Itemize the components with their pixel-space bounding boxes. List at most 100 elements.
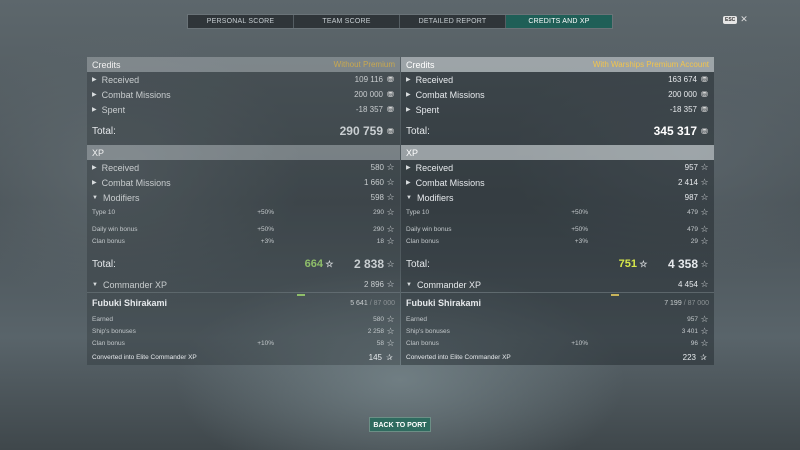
modifier-label: Clan bonus [406, 339, 439, 347]
row-label: Combat Missions [415, 89, 485, 100]
commander-ships-bonuses: Ship's bonuses 2 258 ☆ [87, 325, 400, 337]
base-xp-value: 751 ☆ [619, 258, 648, 270]
base-xp-number: 751 [618, 258, 637, 270]
row-value: 987 [684, 193, 698, 202]
credits-total-value: 345 317 [653, 124, 697, 138]
row-value: 200 000 [354, 90, 383, 99]
expand-arrow-icon: ▶ [92, 165, 97, 171]
commander-xp-row[interactable]: ▼ Commander XP 4 454 ☆ [401, 277, 714, 292]
modifier-clan-bonus: Clan bonus +3% 29 ☆ [401, 235, 714, 247]
row-value: 163 674 [668, 75, 697, 84]
row-value: 109 116 [354, 75, 383, 84]
star-icon: ☆ [386, 325, 395, 336]
star-icon: ☆ [700, 177, 709, 187]
xp-combat-missions-row[interactable]: ▶ Combat Missions 1 660 ☆ [87, 175, 400, 190]
modifier-percent: +50% [571, 208, 588, 216]
commander-progress-bar [611, 294, 619, 296]
credits-header: Credits With Warships Premium Account [401, 57, 714, 72]
modifier-percent: +50% [257, 225, 274, 233]
modifier-value: 29 [690, 237, 698, 245]
commander-progress: 5 641 / 87 000 [350, 300, 395, 307]
commander-max-xp: / 87 000 [369, 299, 395, 307]
credit-icon: ⛃ [387, 126, 394, 136]
row-label: Received [415, 74, 454, 85]
modifier-value: 479 [687, 208, 698, 216]
modifier-value: 957 [687, 315, 698, 323]
modifier-label: Type 10 [406, 208, 430, 216]
modifier-label: Ship's bonuses [92, 327, 136, 335]
xp-combat-missions-row[interactable]: ▶ Combat Missions 2 414 ☆ [401, 175, 714, 190]
xp-modifiers-row[interactable]: ▼ Modifiers 598 ☆ [87, 190, 400, 205]
star-icon: ☆ [700, 337, 709, 348]
credits-spent-row[interactable]: ▶ Spent -18 357 ⛃ [401, 102, 714, 117]
collapse-arrow-icon: ▼ [406, 194, 412, 201]
with-premium-panel: Credits With Warships Premium Account ▶ R… [401, 57, 714, 365]
commander-clan-bonus: Clan bonus +10% 96 ☆ [401, 337, 714, 349]
expand-arrow-icon: ▶ [406, 92, 411, 98]
credits-spent-row[interactable]: ▶ Spent -18 357 ⛃ [87, 102, 400, 117]
row-label: Spent [415, 104, 440, 115]
xp-received-row[interactable]: ▶ Received 580 ☆ [87, 160, 400, 175]
xp-modifiers-row[interactable]: ▼ Modifiers 987 ☆ [401, 190, 714, 205]
credit-icon: ⛃ [387, 105, 394, 114]
modifier-label: Earned [92, 315, 113, 323]
commander-progress-bar [297, 294, 305, 296]
row-label: Combat Missions [101, 177, 171, 188]
commander-xp-row[interactable]: ▼ Commander XP 2 896 ☆ [87, 277, 400, 292]
star-icon: ☆ [700, 258, 709, 269]
credits-received-row[interactable]: ▶ Received 109 116 ⛃ [87, 72, 400, 87]
modifier-type10: Type 10 +50% 479 ☆ [401, 205, 714, 219]
credits-combat-missions-row[interactable]: ▶ Combat Missions 200 000 ⛃ [401, 87, 714, 102]
star-icon: ☆ [639, 259, 648, 269]
total-label: Total: [92, 258, 116, 270]
star-icon: ☆ [386, 177, 395, 187]
collapse-arrow-icon: ▼ [406, 281, 412, 288]
close-icon[interactable]: ✕ [740, 14, 748, 25]
modifier-label: Daily win bonus [406, 225, 452, 233]
credits-header: Credits Without Premium [87, 57, 400, 72]
credit-icon: ⛃ [387, 75, 394, 84]
modifier-label: Clan bonus [406, 237, 439, 245]
tab-team-score[interactable]: TEAM SCORE [294, 15, 400, 28]
row-label: Modifiers [102, 192, 140, 203]
modifier-type10: Type 10 +50% 290 ☆ [87, 205, 400, 219]
expand-arrow-icon: ▶ [406, 107, 411, 113]
star-icon: ☆ [700, 192, 709, 202]
modifier-percent: +3% [260, 237, 274, 245]
commander-earned: Earned 580 ☆ [87, 313, 400, 325]
row-label: Commander XP [416, 279, 481, 290]
back-to-port-button[interactable]: BACK TO PORT [369, 417, 431, 432]
commander-row: Fubuki Shirakami 5 641 / 87 000 [87, 293, 400, 313]
account-type: With Warships Premium Account [592, 60, 709, 69]
modifier-label: Clan bonus [92, 237, 125, 245]
xp-received-row[interactable]: ▶ Received 957 ☆ [401, 160, 714, 175]
esc-close[interactable]: ESC ✕ [723, 14, 748, 25]
xp-total-value: 4 358 [667, 257, 698, 271]
expand-arrow-icon: ▶ [92, 92, 97, 98]
collapse-arrow-icon: ▼ [92, 281, 98, 288]
row-label: Received [415, 162, 454, 173]
credits-combat-missions-row[interactable]: ▶ Combat Missions 200 000 ⛃ [87, 87, 400, 102]
star-icon: ☆ [386, 192, 395, 202]
tab-personal-score[interactable]: PERSONAL SCORE [188, 15, 294, 28]
tab-bar: PERSONAL SCORE TEAM SCORE DETAILED REPOR… [187, 14, 613, 29]
row-label: Modifiers [416, 192, 454, 203]
modifier-label: Type 10 [92, 208, 116, 216]
modifier-daily-win: Daily win bonus +50% 290 ☆ [87, 223, 400, 235]
elite-xp-icon: ✰ [700, 352, 707, 362]
modifier-value: 479 [687, 225, 698, 233]
credit-icon: ⛃ [701, 90, 708, 99]
tab-credits-and-xp[interactable]: CREDITS AND XP [506, 15, 612, 28]
commander-name: Fubuki Shirakami [406, 298, 482, 308]
base-xp-number: 664 [304, 258, 323, 270]
commander-current-xp: 5 641 [350, 299, 368, 307]
xp-total-row: Total: 751 ☆ 4 358 ☆ [401, 251, 714, 277]
credit-icon: ⛃ [701, 105, 708, 114]
xp-title: XP [92, 147, 105, 158]
row-label: Spent [101, 104, 126, 115]
tab-detailed-report[interactable]: DETAILED REPORT [400, 15, 506, 28]
expand-arrow-icon: ▶ [406, 180, 411, 186]
xp-total-value: 2 838 [353, 257, 384, 271]
credits-received-row[interactable]: ▶ Received 163 674 ⛃ [401, 72, 714, 87]
star-icon: ☆ [386, 162, 395, 172]
